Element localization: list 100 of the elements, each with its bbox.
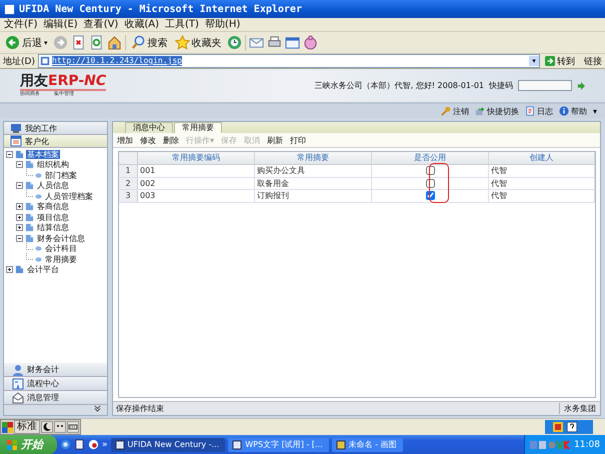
app-icon [232, 440, 242, 450]
table-cell: 代智 [489, 190, 595, 202]
page-icon [40, 56, 50, 66]
refresh-icon[interactable] [88, 35, 104, 50]
expand-toggle-icon[interactable] [16, 182, 23, 190]
expand-toggle-icon[interactable] [6, 266, 13, 274]
tree-item[interactable]: 人员信息 [36, 181, 70, 190]
taskbar-button[interactable]: WPS文字 [试用] - [... [228, 438, 329, 452]
sidebar-section-button[interactable]: 流程中心 [4, 377, 107, 391]
switch-icon [474, 106, 485, 116]
key-icon [440, 106, 451, 116]
double-chevron-icon[interactable] [94, 405, 101, 412]
quick-code-field[interactable] [518, 80, 572, 91]
expand-toggle-icon[interactable] [16, 161, 23, 168]
column-header[interactable]: 常用摘要编码 [138, 152, 255, 164]
status-message: 保存操作结束 [115, 403, 164, 414]
taskbar-button[interactable]: 未命名 - 画图 [332, 438, 403, 452]
sidebar-section-button[interactable]: 消息管理 [4, 391, 107, 405]
star-icon [174, 35, 190, 50]
tree-item[interactable]: 部门档案 [44, 170, 78, 180]
row-number: 2 [119, 178, 138, 189]
quick-launch-more[interactable]: » [102, 440, 108, 450]
menu-item[interactable]: 帮助(H) [204, 18, 240, 30]
leaf-node-icon [35, 245, 42, 252]
column-header[interactable]: 创建人 [489, 152, 595, 164]
tree-item[interactable]: 结算信息 [36, 223, 70, 232]
person-icon [12, 364, 24, 376]
tray-icons-drawing[interactable] [530, 440, 570, 450]
search-button[interactable]: 搜索 [128, 35, 170, 50]
menu-item[interactable]: 文件(F) [4, 18, 38, 30]
table-cell: 订购报刊 [255, 190, 372, 202]
toolbar-button[interactable]: 修改 [140, 134, 156, 146]
table-cell: 代智 [489, 178, 595, 189]
go-arrow-icon[interactable] [577, 82, 585, 90]
tree-item[interactable]: 常用摘要 [44, 254, 78, 264]
expand-toggle-icon[interactable] [16, 203, 23, 210]
checkbox[interactable] [426, 166, 434, 176]
tab[interactable]: 常用摘要 [174, 122, 222, 133]
document-node-icon [15, 150, 24, 159]
tree-item[interactable]: 项目信息 [36, 212, 70, 222]
help-icon[interactable] [567, 422, 577, 432]
toolbar-button[interactable]: 删除 [163, 134, 179, 146]
ime-logo-icon[interactable] [2, 422, 13, 432]
ime-mode-button[interactable]: 标准 [14, 420, 40, 434]
menu-item[interactable]: 查看(V) [84, 18, 118, 30]
tree-item[interactable]: 人员管理档案 [44, 192, 94, 201]
tree-item[interactable]: 会计科目 [44, 244, 78, 254]
column-header[interactable]: 是否公用 [372, 152, 489, 164]
menu-item[interactable]: 编辑(E) [44, 18, 78, 30]
flow-icon [12, 378, 24, 390]
toolbar-button[interactable]: 增加 [117, 134, 133, 146]
caret-icon[interactable]: ▾ [592, 106, 597, 116]
home-icon[interactable] [106, 35, 122, 50]
row-number: 1 [119, 165, 138, 176]
sidebar-section-button[interactable]: 我的工作 [4, 122, 107, 135]
table-cell: 取备用金 [255, 178, 372, 189]
menu-item[interactable]: 收藏(A) [124, 18, 159, 30]
tree-item[interactable]: 组织机构 [36, 160, 70, 170]
tab[interactable]: 消息中心 [125, 122, 173, 133]
ime-icon[interactable] [553, 422, 563, 432]
document-icon[interactable] [74, 439, 85, 450]
toolbar-button[interactable]: 刷新 [267, 134, 284, 146]
header-action-link[interactable]: 帮助 [570, 106, 587, 116]
browser-icon[interactable] [60, 439, 71, 450]
table-cell: 001 [138, 165, 255, 176]
expand-toggle-icon[interactable] [16, 234, 23, 242]
sidebar-section-button[interactable]: 客户化 [4, 135, 107, 148]
search-icon [130, 35, 146, 50]
menu-item[interactable]: 工具(T) [165, 18, 199, 30]
document-node-icon [25, 212, 34, 222]
tree-item[interactable]: 会计平台 [26, 265, 60, 274]
expand-toggle-icon[interactable] [16, 224, 23, 232]
header-action-link[interactable]: 注销 [452, 106, 469, 116]
toolbar-button[interactable]: 打印 [290, 134, 306, 146]
sidebar-section-button[interactable]: 财务会计 [4, 363, 107, 377]
stop-icon[interactable] [70, 35, 86, 50]
history-icon[interactable] [226, 35, 242, 50]
help-icon [558, 106, 569, 116]
tree-item[interactable]: 财务会计信息 [36, 234, 86, 243]
checkbox[interactable] [426, 178, 434, 188]
favorites-button[interactable]: 收藏夹 [172, 35, 224, 50]
keyboard-icon[interactable] [67, 421, 79, 433]
expand-toggle-icon[interactable] [6, 150, 13, 158]
tree-item[interactable]: 客商信息 [36, 202, 70, 212]
document-node-icon [25, 160, 34, 170]
header-action-link[interactable]: 日志 [536, 106, 553, 116]
table-cell: 购买办公文具 [255, 165, 372, 176]
leaf-node-icon [35, 256, 42, 263]
tree-item[interactable]: 基本档案 [26, 150, 60, 159]
leaf-node-icon [35, 192, 42, 200]
windows-flag-icon [6, 438, 18, 450]
taskbar-button[interactable]: UFIDA New Century -... [110, 438, 226, 452]
expand-toggle-icon[interactable] [16, 214, 23, 221]
moon-icon[interactable] [41, 421, 53, 433]
links-label[interactable]: 链接 [580, 54, 602, 68]
go-button[interactable]: 转到 [543, 54, 577, 68]
header-action-link[interactable]: 快捷切换 [486, 106, 519, 116]
column-header[interactable]: 常用摘要 [255, 152, 372, 164]
checkbox[interactable] [426, 191, 434, 200]
punctuation-icon[interactable] [54, 421, 66, 433]
